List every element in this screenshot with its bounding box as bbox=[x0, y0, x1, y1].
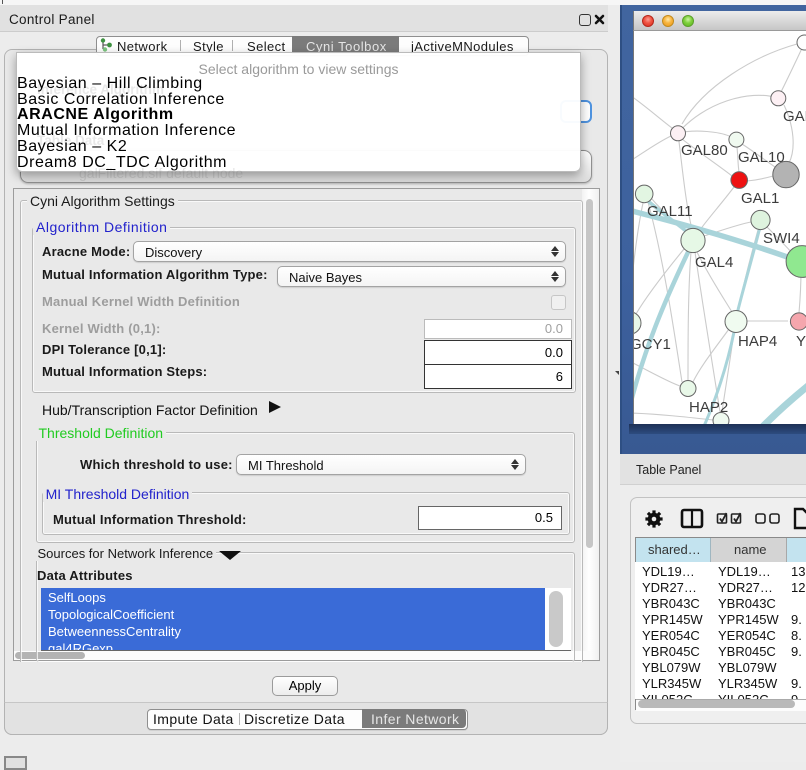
svg-text:GAL80: GAL80 bbox=[681, 142, 728, 159]
svg-text:HAP2: HAP2 bbox=[689, 399, 728, 416]
svg-text:GAL10: GAL10 bbox=[738, 149, 785, 166]
svg-text:Y: Y bbox=[796, 333, 806, 350]
svg-text:GAL1: GAL1 bbox=[741, 190, 779, 207]
svg-text:GAL4: GAL4 bbox=[695, 254, 733, 271]
svg-text:GAL7: GAL7 bbox=[783, 108, 806, 125]
svg-text:HAP4: HAP4 bbox=[738, 333, 777, 350]
svg-text:GAL11: GAL11 bbox=[647, 203, 693, 220]
svg-text:SWI4: SWI4 bbox=[763, 230, 800, 247]
svg-text:GCY1: GCY1 bbox=[634, 336, 671, 353]
